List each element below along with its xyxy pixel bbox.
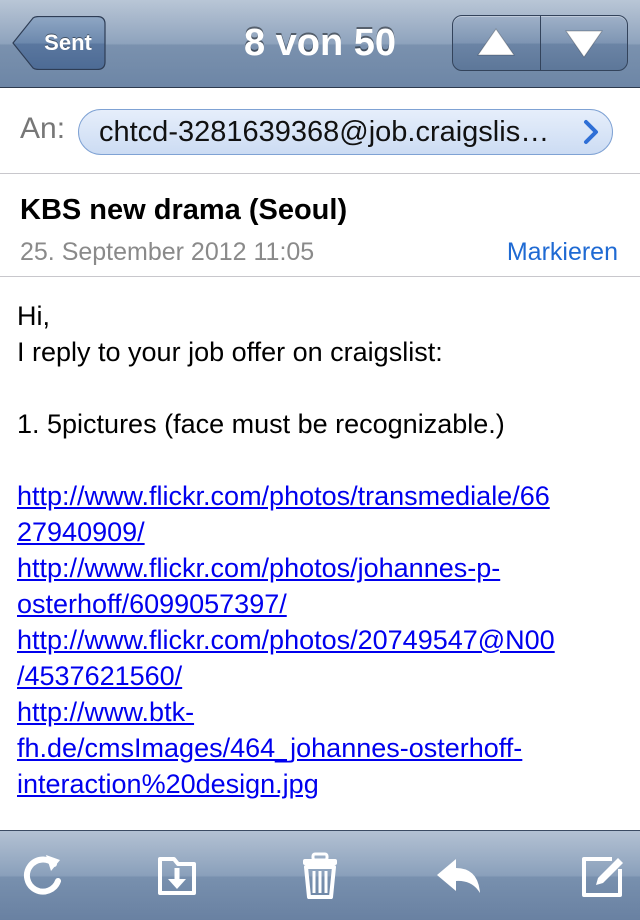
compose-icon [582,857,623,897]
navigation-bar: Sent 8 von 50 [0,0,640,88]
back-button-label: Sent [44,30,92,55]
delete-button[interactable] [295,851,345,901]
link-text[interactable]: http://www.btk- [17,694,627,730]
compose-button[interactable] [578,851,628,901]
body-line: Hi, [17,301,50,331]
move-to-folder-icon [158,857,196,895]
reply-button[interactable] [434,851,484,901]
message-subject: KBS new drama (Seoul) [20,194,348,226]
recipient-row: An: chtcd-3281639368@job.craigslis… [0,88,640,174]
bottom-toolbar [0,830,640,920]
move-button[interactable] [152,851,202,901]
next-message-button[interactable] [541,16,627,70]
link-text[interactable]: http://www.flickr.com/photos/johannes-p- [17,550,627,586]
message-body: Hi, I reply to your job offer on craigsl… [17,298,627,802]
trash-icon [303,852,337,899]
arrow-down-icon [565,30,603,58]
previous-message-button[interactable] [453,16,541,70]
link-flickr-johannes[interactable]: http://www.flickr.com/photos/johannes-p-… [17,550,627,622]
link-text[interactable]: http://www.flickr.com/photos/transmedial… [17,478,627,514]
to-label: An: [20,112,66,145]
refresh-icon [23,855,61,895]
link-btk-image[interactable]: http://www.btk- fh.de/cmsImages/464_joha… [17,694,627,802]
body-line: I reply to your job offer on craigslist: [17,337,443,367]
back-button-sent[interactable]: Sent [12,16,106,70]
arrow-up-icon [477,28,515,56]
link-text[interactable]: osterhoff/6099057397/ [17,586,627,622]
link-flickr-transmediale[interactable]: http://www.flickr.com/photos/transmedial… [17,478,627,550]
reply-icon [437,859,480,893]
recipient-address: chtcd-3281639368@job.craigslis… [99,116,550,148]
header-divider [0,276,640,277]
chevron-right-icon [584,120,598,144]
link-text[interactable]: interaction%20design.jpg [17,766,627,802]
mark-button[interactable]: Markieren [507,238,618,267]
refresh-button[interactable] [18,851,68,901]
link-flickr-20749547[interactable]: http://www.flickr.com/photos/20749547@N0… [17,622,627,694]
link-text[interactable]: fh.de/cmsImages/464_johannes-osterhoff- [17,730,627,766]
recipient-chip[interactable]: chtcd-3281639368@job.craigslis… [78,109,613,155]
link-text[interactable]: /4537621560/ [17,658,627,694]
link-text[interactable]: http://www.flickr.com/photos/20749547@N0… [17,622,627,658]
page-title: 8 von 50 [243,22,397,64]
message-date: 25. September 2012 11:05 [20,238,315,266]
message-navigation-control [452,15,628,71]
link-text[interactable]: 27940909/ [17,514,627,550]
body-line: 1. 5pictures (face must be recognizable.… [17,409,505,439]
